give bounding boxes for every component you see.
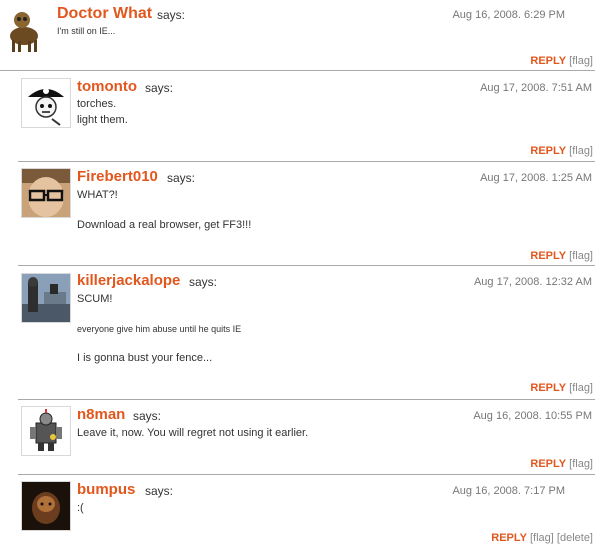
comment-body-line: WHAT?! (77, 189, 118, 201)
comment-body-line: everyone give him abuse until he quits I… (77, 324, 242, 334)
reply-button[interactable]: REPLY (530, 382, 566, 394)
comment-author-link[interactable]: Doctor What (57, 5, 152, 23)
avatar[interactable] (21, 273, 71, 323)
comment-actions: REPLY [flag] (530, 250, 593, 262)
flag-link[interactable]: [flag] (569, 55, 593, 67)
reply-button[interactable]: REPLY (530, 145, 566, 157)
comment-author-link[interactable]: bumpus (77, 481, 135, 498)
avatar[interactable] (21, 78, 71, 128)
says-label: says: (133, 409, 162, 423)
comment-date: Aug 16, 2008. 7:17 PM (452, 485, 565, 497)
comment-body-line: light them. (77, 114, 128, 126)
says-label: says: (145, 81, 174, 95)
comment-date: Aug 16, 2008. 6:29 PM (452, 9, 565, 21)
avatar[interactable] (21, 168, 71, 218)
reply-button[interactable]: REPLY (530, 250, 566, 262)
avatar[interactable] (21, 481, 71, 531)
comment-body-line: I is gonna bust your fence... (77, 352, 213, 364)
comment-killerjackalope: killerjackalope says: Aug 17, 2008. 12:3… (0, 267, 595, 400)
comment-firebert010: Firebert010 says: Aug 17, 2008. 1:25 AM … (0, 163, 595, 265)
reply-button[interactable]: REPLY (530, 55, 566, 67)
flag-link[interactable]: [flag] (530, 532, 554, 544)
comment-actions: REPLY [flag] (530, 458, 593, 470)
comment-doctor-what: Doctor What says: Aug 16, 2008. 6:29 PM … (0, 0, 595, 70)
comment-author-link[interactable]: n8man (77, 406, 125, 423)
comment-tomonto: tomonto says: Aug 17, 2008. 7:51 AM torc… (0, 72, 595, 160)
says-label: says: (157, 8, 186, 22)
comment-body-line: Download a real browser, get FF3!!! (77, 219, 252, 231)
reply-button[interactable]: REPLY (491, 532, 527, 544)
comment-divider (18, 399, 595, 400)
comment-bumpus: bumpus says: Aug 16, 2008. 7:17 PM :( RE… (0, 476, 595, 547)
comment-body-line: I'm still on IE... (57, 26, 116, 36)
comment-date: Aug 17, 2008. 12:32 AM (473, 276, 592, 288)
reply-button[interactable]: REPLY (530, 458, 566, 470)
comment-body-line: Leave it, now. You will regret not using… (77, 427, 309, 439)
flag-link[interactable]: [flag] (569, 382, 593, 394)
comment-actions: REPLY [flag] (530, 55, 593, 67)
comment-divider (18, 161, 595, 162)
comment-n8man: n8man says: Aug 16, 2008. 10:55 PM Leave… (0, 401, 595, 473)
avatar[interactable] (0, 6, 48, 54)
comment-divider (0, 70, 595, 71)
says-label: says: (189, 275, 218, 289)
says-label: says: (167, 171, 196, 185)
flag-link[interactable]: [flag] (569, 145, 593, 157)
flag-link[interactable]: [flag] (569, 458, 593, 470)
delete-link[interactable]: [delete] (557, 532, 593, 544)
comment-actions: REPLY [flag] [delete] (491, 532, 593, 544)
comment-date: Aug 17, 2008. 7:51 AM (480, 82, 592, 94)
comment-actions: REPLY [flag] (530, 145, 593, 157)
comment-divider (18, 265, 595, 266)
flag-link[interactable]: [flag] (569, 250, 593, 262)
comment-body-line: torches. (77, 98, 117, 110)
comment-date: Aug 17, 2008. 1:25 AM (480, 172, 592, 184)
says-label: says: (145, 484, 174, 498)
comment-author-link[interactable]: Firebert010 (77, 168, 158, 185)
comment-body-line: SCUM! (77, 293, 113, 305)
comment-body-line: :( (77, 502, 84, 514)
avatar[interactable] (21, 406, 71, 456)
comment-date: Aug 16, 2008. 10:55 PM (473, 410, 592, 422)
comment-actions: REPLY [flag] (530, 382, 593, 394)
comment-author-link[interactable]: tomonto (77, 78, 137, 95)
comment-divider (18, 474, 595, 475)
comment-author-link[interactable]: killerjackalope (77, 272, 180, 289)
